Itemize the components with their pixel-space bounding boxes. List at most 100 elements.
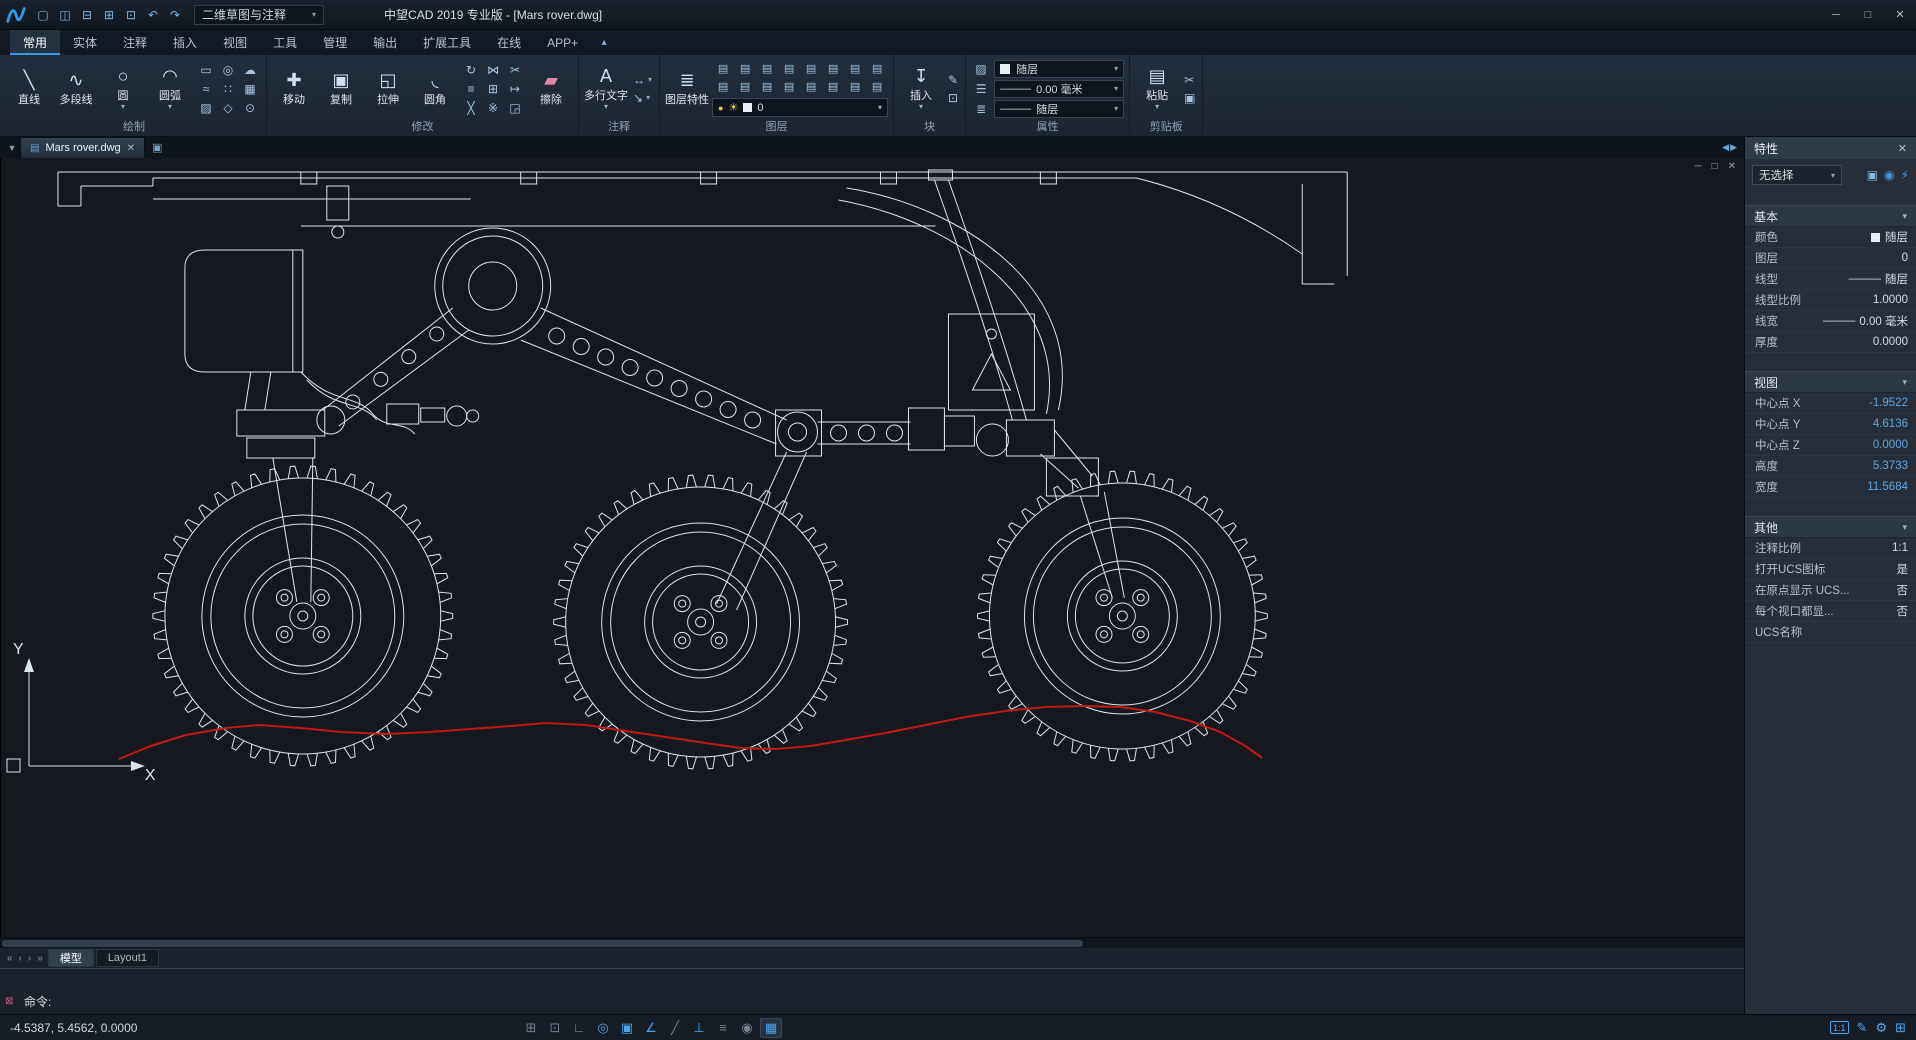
fillet-button[interactable]: ◟圆角 [413,57,457,120]
save-icon[interactable]: ⊟ [76,5,98,25]
layer-state-15-icon[interactable]: ▤ [844,77,866,95]
stretch-button[interactable]: ◱拉伸 [366,57,410,120]
array-icon[interactable]: ⊞ [482,79,504,98]
point-icon[interactable]: ∷ [217,79,239,98]
trim-icon[interactable]: ✂ [504,60,526,79]
color-select[interactable]: 随层▾ [994,60,1124,78]
move-button[interactable]: ✚移动 [272,57,316,120]
property-row[interactable]: 打开UCS图标是 [1745,559,1916,580]
dyn-toggle[interactable]: ⊥ [688,1018,710,1038]
layer-state-13-icon[interactable]: ▤ [800,77,822,95]
layer-state-12-icon[interactable]: ▤ [778,77,800,95]
undo-icon[interactable]: ↶ [142,5,164,25]
cut-button[interactable]: ✂ [1182,73,1197,87]
spline-icon[interactable]: ≈ [195,79,217,98]
layer-state-5-icon[interactable]: ▤ [800,59,822,77]
polygon-icon[interactable]: ◇ [217,98,239,117]
tab-model[interactable]: 模型 [48,949,94,967]
maximize-button[interactable]: □ [1852,0,1884,30]
break-icon[interactable]: ╳ [460,98,482,117]
quick-calc-icon[interactable]: ⚡ [1901,168,1909,182]
insert-block-button[interactable]: ↧插入▾ [899,57,943,120]
layer-state-6-icon[interactable]: ▤ [822,59,844,77]
tab-output[interactable]: 输出 [360,30,410,55]
property-row[interactable]: 图层0 [1745,248,1916,269]
paste-button[interactable]: ▤粘贴▾ [1135,57,1179,120]
layout-nav-arrow-2[interactable]: › [25,953,34,964]
panel-splitter-arrows-icon[interactable]: ◀▶ [1722,142,1738,153]
layer-state-10-icon[interactable]: ▤ [734,77,756,95]
layer-state-14-icon[interactable]: ▤ [822,77,844,95]
tab-layout1[interactable]: Layout1 [96,949,159,967]
property-row[interactable]: 线型———随层 [1745,269,1916,290]
ducs-toggle[interactable]: ╱ [664,1018,686,1038]
tab-tools[interactable]: 工具 [260,30,310,55]
property-row[interactable]: 中心点 Z0.0000 [1745,435,1916,456]
layout-nav-arrow-3[interactable]: » [34,953,46,964]
fullscreen-icon[interactable]: ⊞ [1895,1020,1906,1036]
open-file-icon[interactable]: ◫ [54,5,76,25]
tab-express[interactable]: 扩展工具 [410,30,484,55]
gradient-icon[interactable]: ▨ [195,98,217,117]
layer-state-8-icon[interactable]: ▤ [866,59,888,77]
new-file-icon[interactable]: ▢ [32,5,54,25]
property-row[interactable]: UCS名称 [1745,622,1916,643]
snap-toggle[interactable]: ⊡ [544,1018,566,1038]
close-icon[interactable]: ✕ [127,143,135,154]
rectangle-icon[interactable]: ▭ [195,60,217,79]
mirror-icon[interactable]: ⋈ [482,60,504,79]
quick-select-icon[interactable]: ◉ [1884,168,1894,182]
layout-nav-arrow-1[interactable]: ‹ [16,953,25,964]
property-row[interactable]: 每个视口都显...否 [1745,601,1916,622]
layer-state-11-icon[interactable]: ▤ [756,77,778,95]
property-row[interactable]: 注释比例1:1 [1745,538,1916,559]
doc-restore-button[interactable]: □ [1712,161,1718,172]
scrollbar-thumb[interactable] [2,940,1083,947]
arc-button[interactable]: ◠圆弧▾ [148,57,192,120]
layer-state-1-icon[interactable]: ▤ [712,59,734,77]
close-button[interactable]: ✕ [1884,0,1916,30]
property-row[interactable]: 厚度0.0000 [1745,332,1916,353]
document-tab[interactable]: ▤ Mars rover.dwg ✕ [20,137,145,158]
erase-button[interactable]: ▰擦除 [529,57,573,120]
tab-view[interactable]: 视图 [210,30,260,55]
section-header-basic[interactable]: 基本▾ [1745,205,1916,227]
section-header-misc[interactable]: 其他▾ [1745,516,1916,538]
layer-properties-button[interactable]: ≣图层特性 [665,57,709,120]
property-row[interactable]: 中心点 Y4.6136 [1745,414,1916,435]
property-row[interactable]: 在原点显示 UCS...否 [1745,580,1916,601]
circle-button[interactable]: ○圆▾ [101,57,145,120]
copy-clip-button[interactable]: ▣ [1182,91,1197,105]
workspace-settings-icon[interactable]: ⚙ [1875,1020,1887,1036]
command-close-icon[interactable]: ⊠ [5,996,13,1007]
block-edit-button[interactable]: ✎ [946,73,960,87]
extend-icon[interactable]: ↦ [504,79,526,98]
layer-state-4-icon[interactable]: ▤ [778,59,800,77]
redo-icon[interactable]: ↷ [164,5,186,25]
leader-button[interactable]: ↘▾ [631,91,654,105]
grid-toggle[interactable]: ⊞ [520,1018,542,1038]
hatch-icon[interactable]: ▦ [239,79,261,98]
linetype-select[interactable]: ———随层▾ [994,100,1124,118]
drawing-canvas[interactable]: YX ─□✕ [0,158,1744,937]
new-document-tab-button[interactable]: ▣ [152,141,162,154]
scale-icon[interactable]: ◲ [504,98,526,117]
property-row[interactable]: 线宽———0.00 毫米 [1745,311,1916,332]
polar-toggle[interactable]: ◎ [592,1018,614,1038]
line-button[interactable]: ╲直线 [7,57,51,120]
layer-state-2-icon[interactable]: ▤ [734,59,756,77]
close-icon[interactable]: ✕ [1898,142,1907,155]
transparency-toggle[interactable]: ◉ [736,1018,758,1038]
property-list-icon[interactable]: ☰ [971,81,991,97]
polyline-button[interactable]: ∿多段线 [54,57,98,120]
layer-state-7-icon[interactable]: ▤ [844,59,866,77]
offset-icon[interactable]: ≡ [460,79,482,98]
layer-select-dropdown[interactable]: ●☀0▾ [712,98,888,117]
tab-annotate[interactable]: 注释 [110,30,160,55]
ortho-toggle[interactable]: ∟ [568,1018,590,1038]
layer-state-16-icon[interactable]: ▤ [866,77,888,95]
layer-state-3-icon[interactable]: ▤ [756,59,778,77]
property-row[interactable]: 宽度11.5684 [1745,477,1916,498]
tab-app-plus[interactable]: APP+ [534,30,591,55]
property-row[interactable]: 中心点 X-1.9522 [1745,393,1916,414]
